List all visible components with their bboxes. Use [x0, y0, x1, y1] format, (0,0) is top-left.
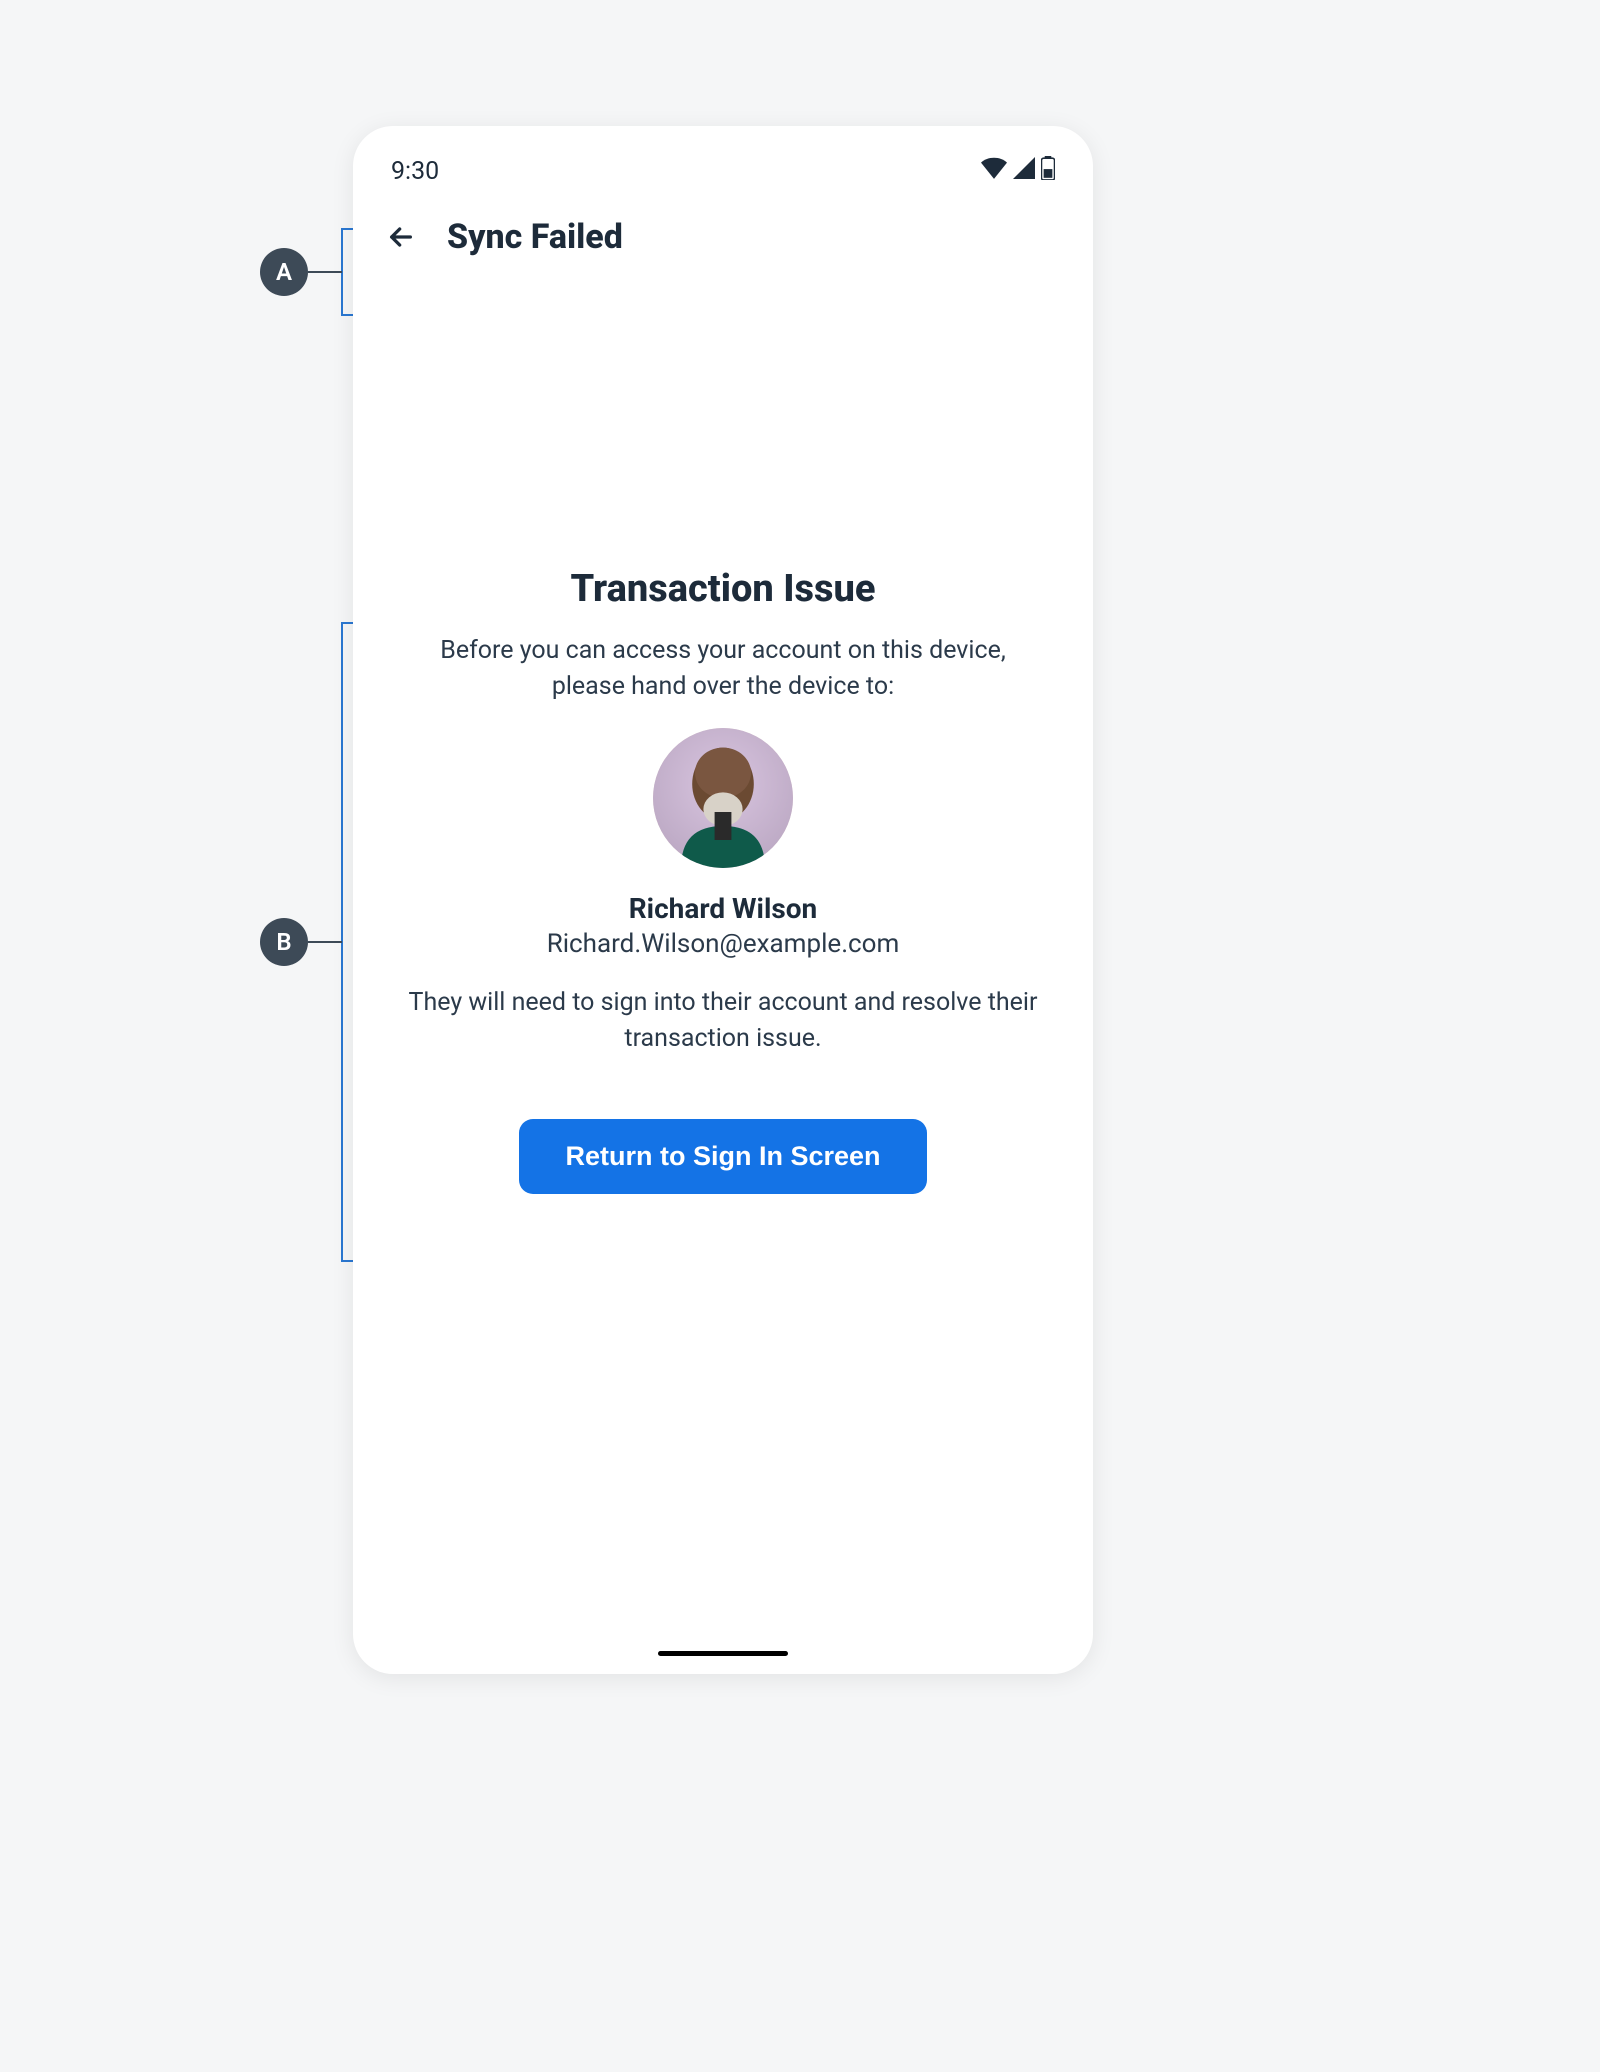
user-avatar: [653, 728, 793, 868]
status-bar: 9:30: [353, 126, 1093, 197]
annotation-a: A: [260, 248, 342, 296]
status-time: 9:30: [391, 157, 439, 186]
wifi-icon: [981, 157, 1007, 186]
avatar-image: [653, 728, 793, 868]
arrow-left-icon: [385, 221, 417, 253]
app-bar: Sync Failed: [353, 197, 1093, 277]
user-email: Richard.Wilson@example.com: [403, 929, 1043, 959]
return-signin-button[interactable]: Return to Sign In Screen: [519, 1119, 926, 1194]
content-intro: Before you can access your account on th…: [403, 633, 1043, 706]
annotation-badge-a: A: [260, 248, 308, 296]
content-instruction: They will need to sign into their accoun…: [403, 985, 1043, 1058]
annotation-bracket-a: [341, 228, 353, 316]
app-bar-title: Sync Failed: [447, 217, 623, 257]
back-button[interactable]: [383, 219, 419, 255]
phone-frame: 9:30 Sync Failed Transaction Issue Befor…: [353, 126, 1093, 1674]
status-icons: [981, 156, 1055, 187]
annotation-b: B: [260, 918, 342, 966]
content-title: Transaction Issue: [403, 567, 1043, 611]
user-name: Richard Wilson: [403, 892, 1043, 925]
signal-icon: [1013, 157, 1035, 186]
nav-indicator: [658, 1651, 788, 1656]
content-area: Transaction Issue Before you can access …: [353, 277, 1093, 1194]
annotation-bracket-b: [341, 622, 353, 1262]
annotation-badge-b: B: [260, 918, 308, 966]
battery-icon: [1041, 156, 1055, 187]
